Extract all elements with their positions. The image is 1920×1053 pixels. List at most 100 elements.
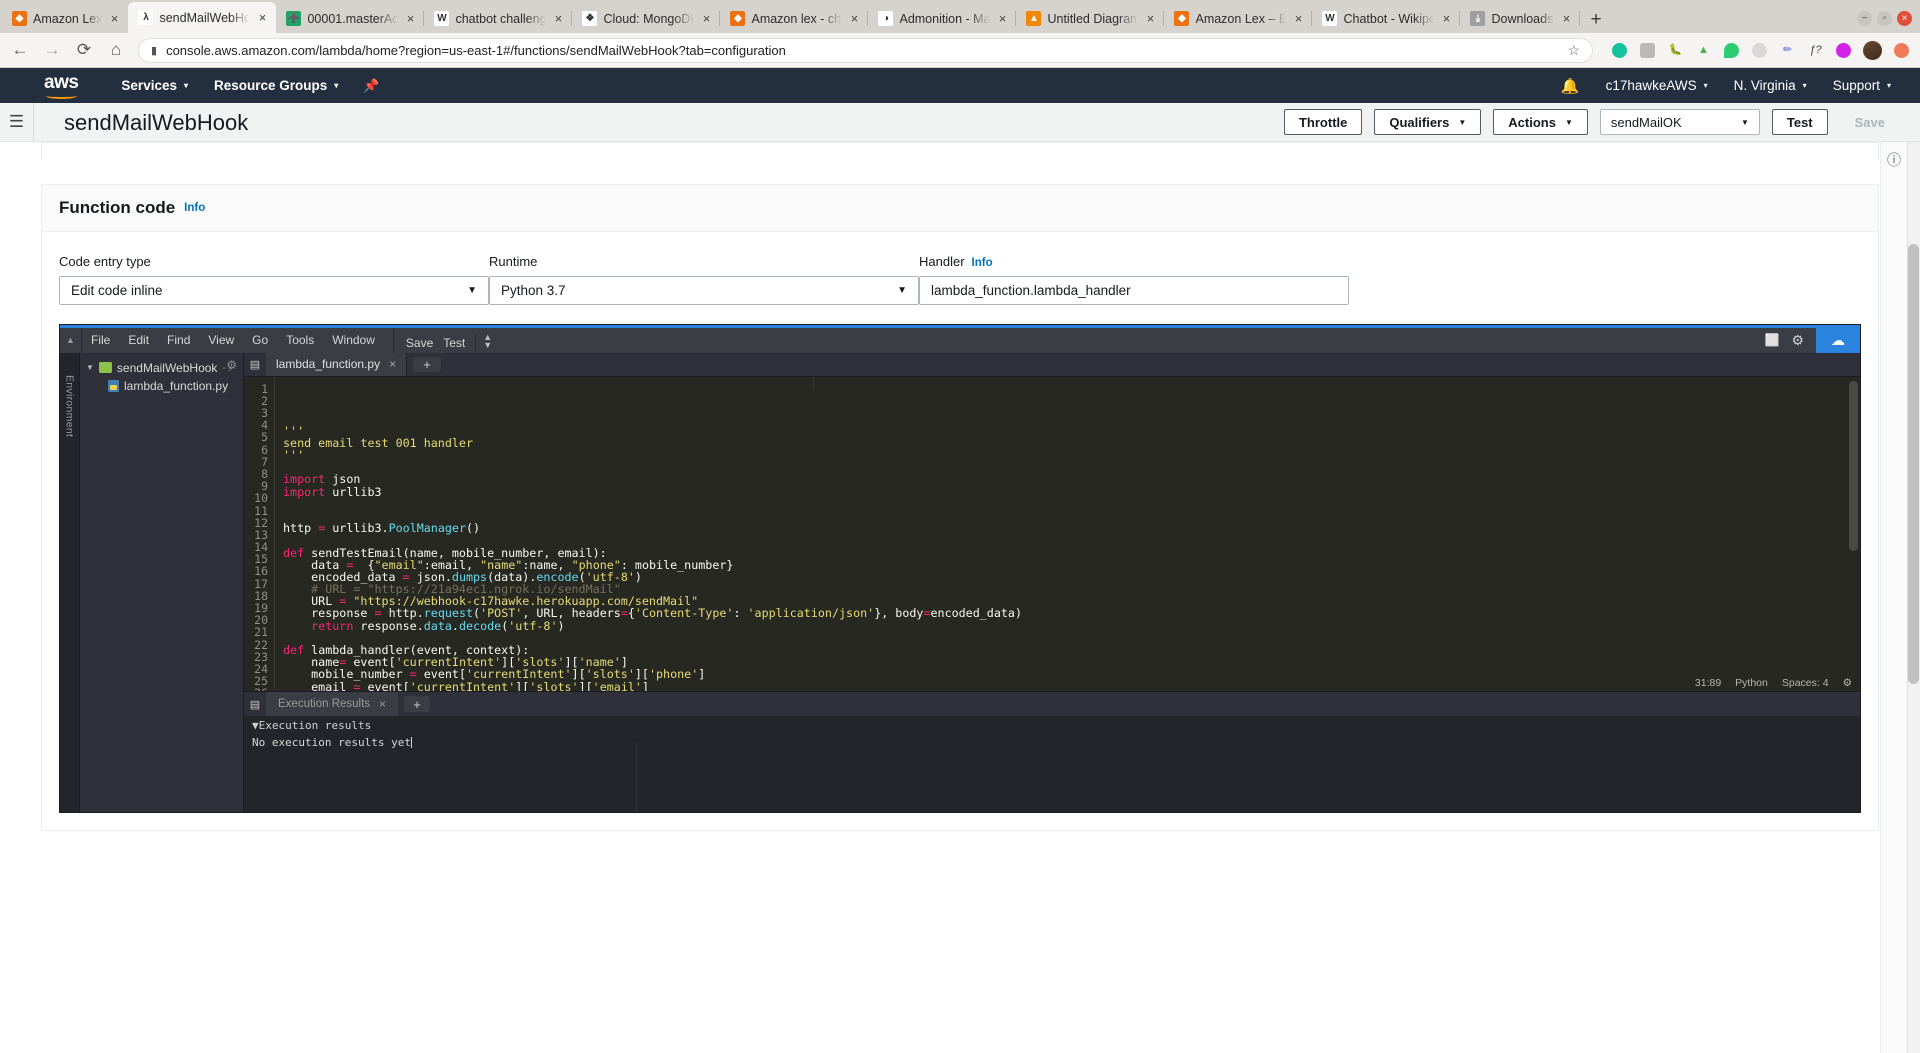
close-icon[interactable]: × — [1560, 12, 1572, 25]
aws-logo[interactable]: aws — [44, 72, 79, 99]
close-icon[interactable]: × — [108, 12, 120, 25]
editor-language[interactable]: Python — [1735, 677, 1768, 689]
close-icon[interactable]: × — [1440, 12, 1452, 25]
close-icon[interactable]: × — [700, 12, 712, 25]
stepper-icon[interactable]: ▲ ▼ — [475, 333, 492, 352]
editor-menu-view[interactable]: View — [199, 328, 243, 353]
code-text[interactable]: ''' send email test 001 handler ''' import… — [275, 376, 1860, 691]
editor-test-button[interactable]: Test — [443, 336, 465, 352]
gear-icon[interactable]: ⚙ — [1843, 677, 1852, 689]
cloud9-icon[interactable]: ☁ — [1816, 327, 1860, 353]
browser-tab[interactable]: ▲ Untitled Diagram × — [1016, 4, 1165, 33]
page-scrollbar-thumb[interactable] — [1908, 244, 1919, 684]
bug-icon[interactable]: 🐛 — [1667, 42, 1684, 59]
window-close-button[interactable]: × — [1897, 11, 1912, 26]
handler-input[interactable]: lambda_function.lambda_handler — [919, 276, 1349, 305]
notifications-bell-icon[interactable]: 🔔 — [1548, 77, 1593, 95]
grammarly-icon[interactable] — [1611, 42, 1628, 59]
save-button[interactable]: Save — [1840, 109, 1900, 135]
new-console-tab-button[interactable]: + — [404, 696, 431, 712]
qualifiers-button[interactable]: Qualifiers ▼ — [1374, 109, 1482, 135]
function-code-info-link[interactable]: Info — [184, 202, 205, 214]
browser-tab[interactable]: λ sendMailWebHook × — [128, 2, 277, 33]
browser-tab[interactable]: W Chatbot - Wikipedia × — [1312, 4, 1461, 33]
back-button[interactable]: ← — [10, 40, 30, 60]
reload-button[interactable]: ⟳ — [74, 40, 94, 60]
close-icon[interactable]: × — [1292, 12, 1304, 25]
bookmark-star-icon[interactable]: ☆ — [1567, 42, 1580, 59]
close-icon[interactable]: × — [256, 11, 268, 24]
editor-menu-file[interactable]: File — [82, 328, 119, 353]
close-icon[interactable]: × — [848, 12, 860, 25]
address-bar[interactable]: ▮ console.aws.amazon.com/lambda/home?reg… — [138, 37, 1593, 63]
account-menu[interactable]: c17hawkeAWS ▾ — [1593, 78, 1721, 93]
downloads-icon[interactable] — [1893, 42, 1910, 59]
editor-menu-window[interactable]: Window — [323, 328, 384, 353]
tab-list-icon[interactable]: ▤ — [244, 692, 266, 716]
page-scrollbar[interactable] — [1907, 142, 1920, 1053]
window-maximize-button[interactable]: ▫ — [1877, 11, 1892, 26]
actions-button[interactable]: Actions ▼ — [1493, 109, 1588, 135]
test-event-select[interactable]: sendMailOK ▼ — [1599, 109, 1760, 135]
collapse-icon[interactable]: ▲ — [60, 327, 82, 353]
environment-rail-label[interactable]: Environment — [64, 375, 76, 437]
browser-tab[interactable]: Wchatbot challenge × — [424, 4, 573, 33]
close-icon[interactable]: × — [389, 357, 396, 371]
console-output-body[interactable]: ▼Execution results No execution results … — [244, 716, 1860, 812]
editor-menu-tools[interactable]: Tools — [277, 328, 323, 353]
window-minimize-button[interactable]: − — [1857, 11, 1872, 26]
close-icon[interactable]: × — [552, 12, 564, 25]
handler-info-link[interactable]: Info — [972, 257, 993, 269]
reader-icon[interactable] — [1639, 42, 1656, 59]
tab-list-icon[interactable]: ▤ — [244, 353, 266, 376]
browser-tab[interactable]: ◑ Admonition - Mat × — [868, 4, 1017, 33]
editor-save-button[interactable]: Save — [406, 336, 433, 352]
test-button[interactable]: Test — [1771, 109, 1828, 135]
profile-avatar[interactable] — [1863, 40, 1882, 60]
close-icon[interactable]: × — [404, 12, 416, 25]
chat-icon[interactable] — [1835, 42, 1852, 59]
new-editor-tab-button[interactable]: + — [413, 356, 442, 372]
tree-file-lambda-function[interactable]: lambda_function.py — [80, 377, 243, 395]
close-icon[interactable]: × — [379, 697, 386, 711]
gear-icon[interactable]: ⚙ — [226, 358, 237, 372]
editor-tab-lambda-function[interactable]: lambda_function.py × — [266, 352, 408, 376]
close-icon[interactable]: × — [996, 12, 1008, 25]
code-vertical-scrollbar[interactable] — [1849, 380, 1858, 551]
expand-icon[interactable]: ⬜ — [1764, 333, 1779, 347]
runtime-select[interactable]: Python 3.7 ▼ — [489, 276, 919, 305]
pin-icon[interactable]: 📌 — [363, 78, 379, 94]
new-tab-button[interactable]: + — [1580, 10, 1611, 33]
editor-menu-go[interactable]: Go — [243, 328, 277, 353]
code-entry-type-select[interactable]: Edit code inline ▼ — [59, 276, 489, 305]
browser-tab[interactable]: ❖ Cloud: MongoDB × — [572, 4, 721, 33]
execution-results-header[interactable]: ▼Execution results — [244, 716, 1860, 734]
code-editor-area[interactable]: 1 2 3 4 5 6 7 8 9 10 11 12 13 14 15 16 17 18 19 20 21 22 23 24 2… — [244, 376, 1860, 691]
forward-button[interactable]: → — [42, 40, 62, 60]
editor-menu-find[interactable]: Find — [158, 328, 199, 353]
tree-root-folder[interactable]: ▼ sendMailWebHook - / — [80, 359, 243, 377]
throttle-button[interactable]: Throttle — [1283, 109, 1363, 135]
browser-tab[interactable]: ➕ 00001.masterAccount × — [276, 4, 425, 33]
console-tab-execution-results[interactable]: Execution Results × — [266, 692, 399, 716]
editor-indent[interactable]: Spaces: 4 — [1782, 677, 1829, 689]
browser-tab[interactable]: ⤓ Downloads × — [1460, 4, 1581, 33]
tree-icon[interactable]: ▲ — [1695, 42, 1712, 59]
leaf-icon[interactable] — [1723, 42, 1740, 59]
home-button[interactable]: ⌂ — [106, 40, 126, 60]
support-menu[interactable]: Support ▾ — [1820, 78, 1904, 93]
function-icon[interactable]: ƒ? — [1807, 42, 1824, 59]
editor-menu-edit[interactable]: Edit — [119, 328, 158, 353]
hamburger-icon[interactable]: ☰ — [0, 112, 33, 132]
gear-icon[interactable]: ⚙ — [1791, 332, 1804, 349]
info-icon[interactable]: ⓘ — [1887, 150, 1901, 1053]
browser-tab[interactable]: ◆ Amazon lex - chat × — [720, 4, 869, 33]
services-menu[interactable]: Services ▾ — [108, 68, 201, 103]
capsule-icon[interactable] — [1751, 42, 1768, 59]
browser-tab[interactable]: ◆ Amazon Lex – Bu × — [1164, 4, 1313, 33]
pen-icon[interactable]: ✏ — [1779, 42, 1796, 59]
browser-tab[interactable]: ◆ Amazon Lex × — [2, 4, 128, 33]
region-menu[interactable]: N. Virginia ▾ — [1721, 78, 1820, 93]
close-icon[interactable]: × — [1144, 12, 1156, 25]
resource-groups-menu[interactable]: Resource Groups ▾ — [201, 68, 351, 103]
